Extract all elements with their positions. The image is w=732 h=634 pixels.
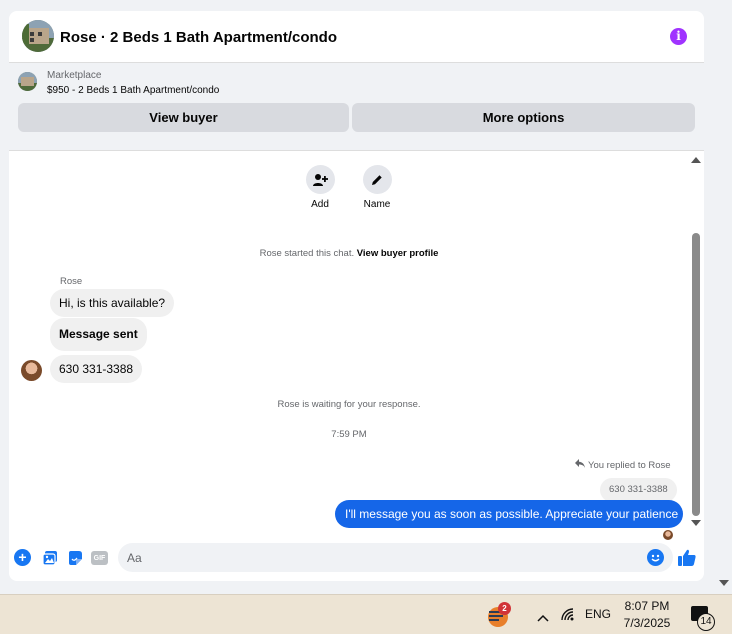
photo-icon[interactable] <box>41 549 58 566</box>
more-options-button[interactable]: More options <box>352 103 695 132</box>
listing-name[interactable]: $950 - 2 Beds 1 Bath Apartment/condo <box>47 85 219 96</box>
page-scroll-down-arrow[interactable] <box>719 580 729 586</box>
sender-avatar[interactable] <box>21 360 42 381</box>
message-input-placeholder: Aa <box>127 551 142 565</box>
outgoing-message[interactable]: I'll message you as soon as possible. Ap… <box>335 500 683 528</box>
listing-panel: Marketplace $950 - 2 Beds 1 Bath Apartme… <box>9 63 704 151</box>
thread-scrollbar[interactable] <box>689 152 704 536</box>
notification-count: 14 <box>697 613 715 631</box>
reply-arrow-icon <box>575 459 585 471</box>
app-badge: 2 <box>498 602 511 615</box>
view-buyer-button[interactable]: View buyer <box>18 103 349 132</box>
chat-header: Rose · 2 Beds 1 Bath Apartment/condo i <box>9 11 704 63</box>
listing-kind: Marketplace <box>47 70 102 81</box>
name-label: Name <box>363 199 391 210</box>
incoming-message[interactable]: 630 331-3388 <box>50 355 143 383</box>
chat-started-text: Rose started this chat. <box>259 248 355 259</box>
windows-taskbar: 2 ENG 8:07 PM 7/3/2025 14 <box>0 594 732 634</box>
clock-time[interactable]: 8:07 PM <box>622 599 672 613</box>
chat-started-line: Rose started this chat. View buyer profi… <box>9 248 689 259</box>
scroll-down-arrow[interactable] <box>691 520 701 526</box>
scroll-thumb[interactable] <box>692 233 700 516</box>
message-input[interactable]: Aa <box>118 543 673 572</box>
scroll-up-arrow[interactable] <box>691 157 701 163</box>
chat-window: Rose · 2 Beds 1 Bath Apartment/condo i M… <box>9 11 704 581</box>
timestamp: 7:59 PM <box>331 429 367 440</box>
quoted-message[interactable]: 630 331-3388 <box>600 478 677 502</box>
clock-date[interactable]: 7/3/2025 <box>622 616 672 630</box>
gif-icon[interactable]: GIF <box>91 551 108 565</box>
listing-thumbnail[interactable] <box>18 72 37 91</box>
view-buyer-profile-link[interactable]: View buyer profile <box>357 248 439 259</box>
pencil-icon <box>362 165 392 194</box>
replied-label: You replied to Rose <box>575 459 671 471</box>
plus-icon[interactable]: + <box>14 549 31 566</box>
add-action[interactable]: Add <box>290 165 350 210</box>
emoji-icon[interactable] <box>647 549 664 566</box>
message-thread: Add Name Rose started this chat. View bu… <box>9 152 704 540</box>
incoming-message[interactable]: Message sent <box>50 318 147 351</box>
name-action[interactable]: Name <box>347 165 407 210</box>
seen-avatar <box>663 530 673 540</box>
sender-name: Rose <box>60 276 83 287</box>
listing-avatar[interactable] <box>22 20 54 52</box>
add-label: Add <box>311 199 329 210</box>
incoming-message[interactable]: Hi, is this available? <box>50 289 175 317</box>
composer: + GIF Aa <box>9 541 704 577</box>
page-scrollbar[interactable] <box>712 0 732 594</box>
chevron-up-icon[interactable] <box>537 609 549 627</box>
info-icon[interactable]: i <box>670 28 687 45</box>
add-person-icon <box>305 165 335 194</box>
sticker-icon[interactable] <box>66 549 83 566</box>
wifi-icon[interactable] <box>560 607 576 626</box>
waiting-line: Rose is waiting for your response. <box>277 399 421 410</box>
replied-text: You replied to Rose <box>588 460 671 471</box>
language-indicator[interactable]: ENG <box>585 607 611 621</box>
thumbs-up-icon[interactable] <box>677 548 697 568</box>
chat-title[interactable]: Rose · 2 Beds 1 Bath Apartment/condo <box>60 29 337 46</box>
